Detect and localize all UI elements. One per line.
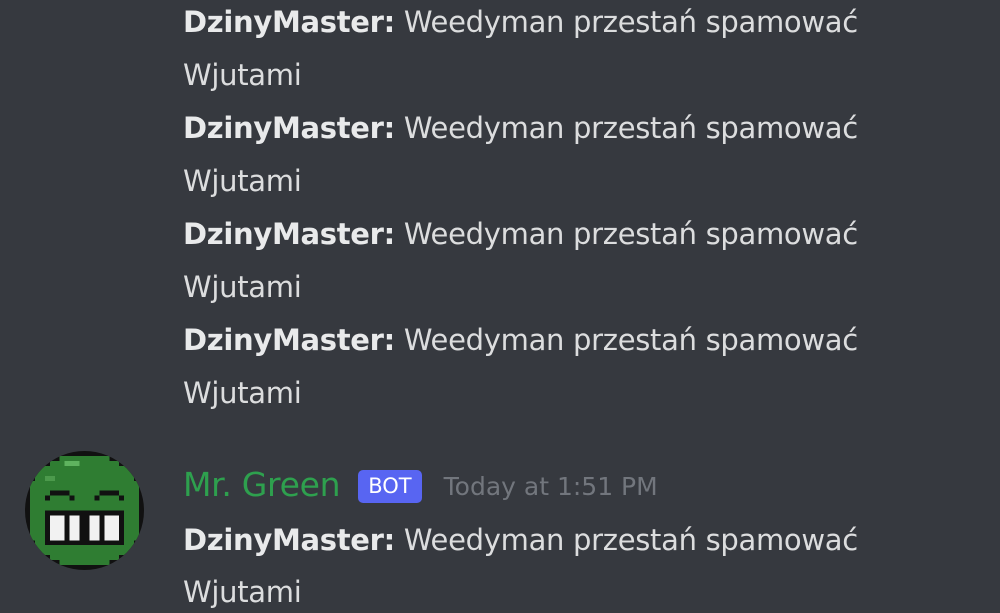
message-author[interactable]: DzinyMaster: <box>183 217 395 251</box>
message-text: Weedyman przestań spamować <box>394 5 858 39</box>
message-text: Weedyman przestań spamować <box>394 523 858 557</box>
message-line-wrap: Wjutami <box>183 575 302 609</box>
message-group-header: Mr. Green BOT Today at 1:51 PM <box>183 462 658 506</box>
message-author[interactable]: DzinyMaster: <box>183 323 395 357</box>
message-text: Weedyman przestań spamować <box>394 111 858 145</box>
message-line-wrap: Wjutami <box>183 270 302 304</box>
bot-tag: BOT <box>358 469 422 503</box>
avatar[interactable] <box>25 451 144 570</box>
chat-message-list: DzinyMaster: Weedyman przestań spamować … <box>0 0 1000 613</box>
message-line-wrap: Wjutami <box>183 164 302 198</box>
message-text: Weedyman przestań spamować <box>394 323 858 357</box>
message-line: DzinyMaster: Weedyman przestań spamować <box>183 522 858 558</box>
message-text: Weedyman przestań spamować <box>394 217 858 251</box>
message-line: DzinyMaster: Weedyman przestań spamować <box>183 216 858 252</box>
bot-username[interactable]: Mr. Green <box>183 465 341 504</box>
message-author[interactable]: DzinyMaster: <box>183 5 395 39</box>
grinning-face-icon <box>25 451 144 570</box>
message-author[interactable]: DzinyMaster: <box>183 523 395 557</box>
message-author[interactable]: DzinyMaster: <box>183 111 395 145</box>
message-line-wrap: Wjutami <box>183 376 302 410</box>
message-timestamp: Today at 1:51 PM <box>443 471 658 501</box>
message-line: DzinyMaster: Weedyman przestań spamować <box>183 4 858 40</box>
message-line-wrap: Wjutami <box>183 58 302 92</box>
message-line: DzinyMaster: Weedyman przestań spamować <box>183 322 858 358</box>
message-line: DzinyMaster: Weedyman przestań spamować <box>183 110 858 146</box>
